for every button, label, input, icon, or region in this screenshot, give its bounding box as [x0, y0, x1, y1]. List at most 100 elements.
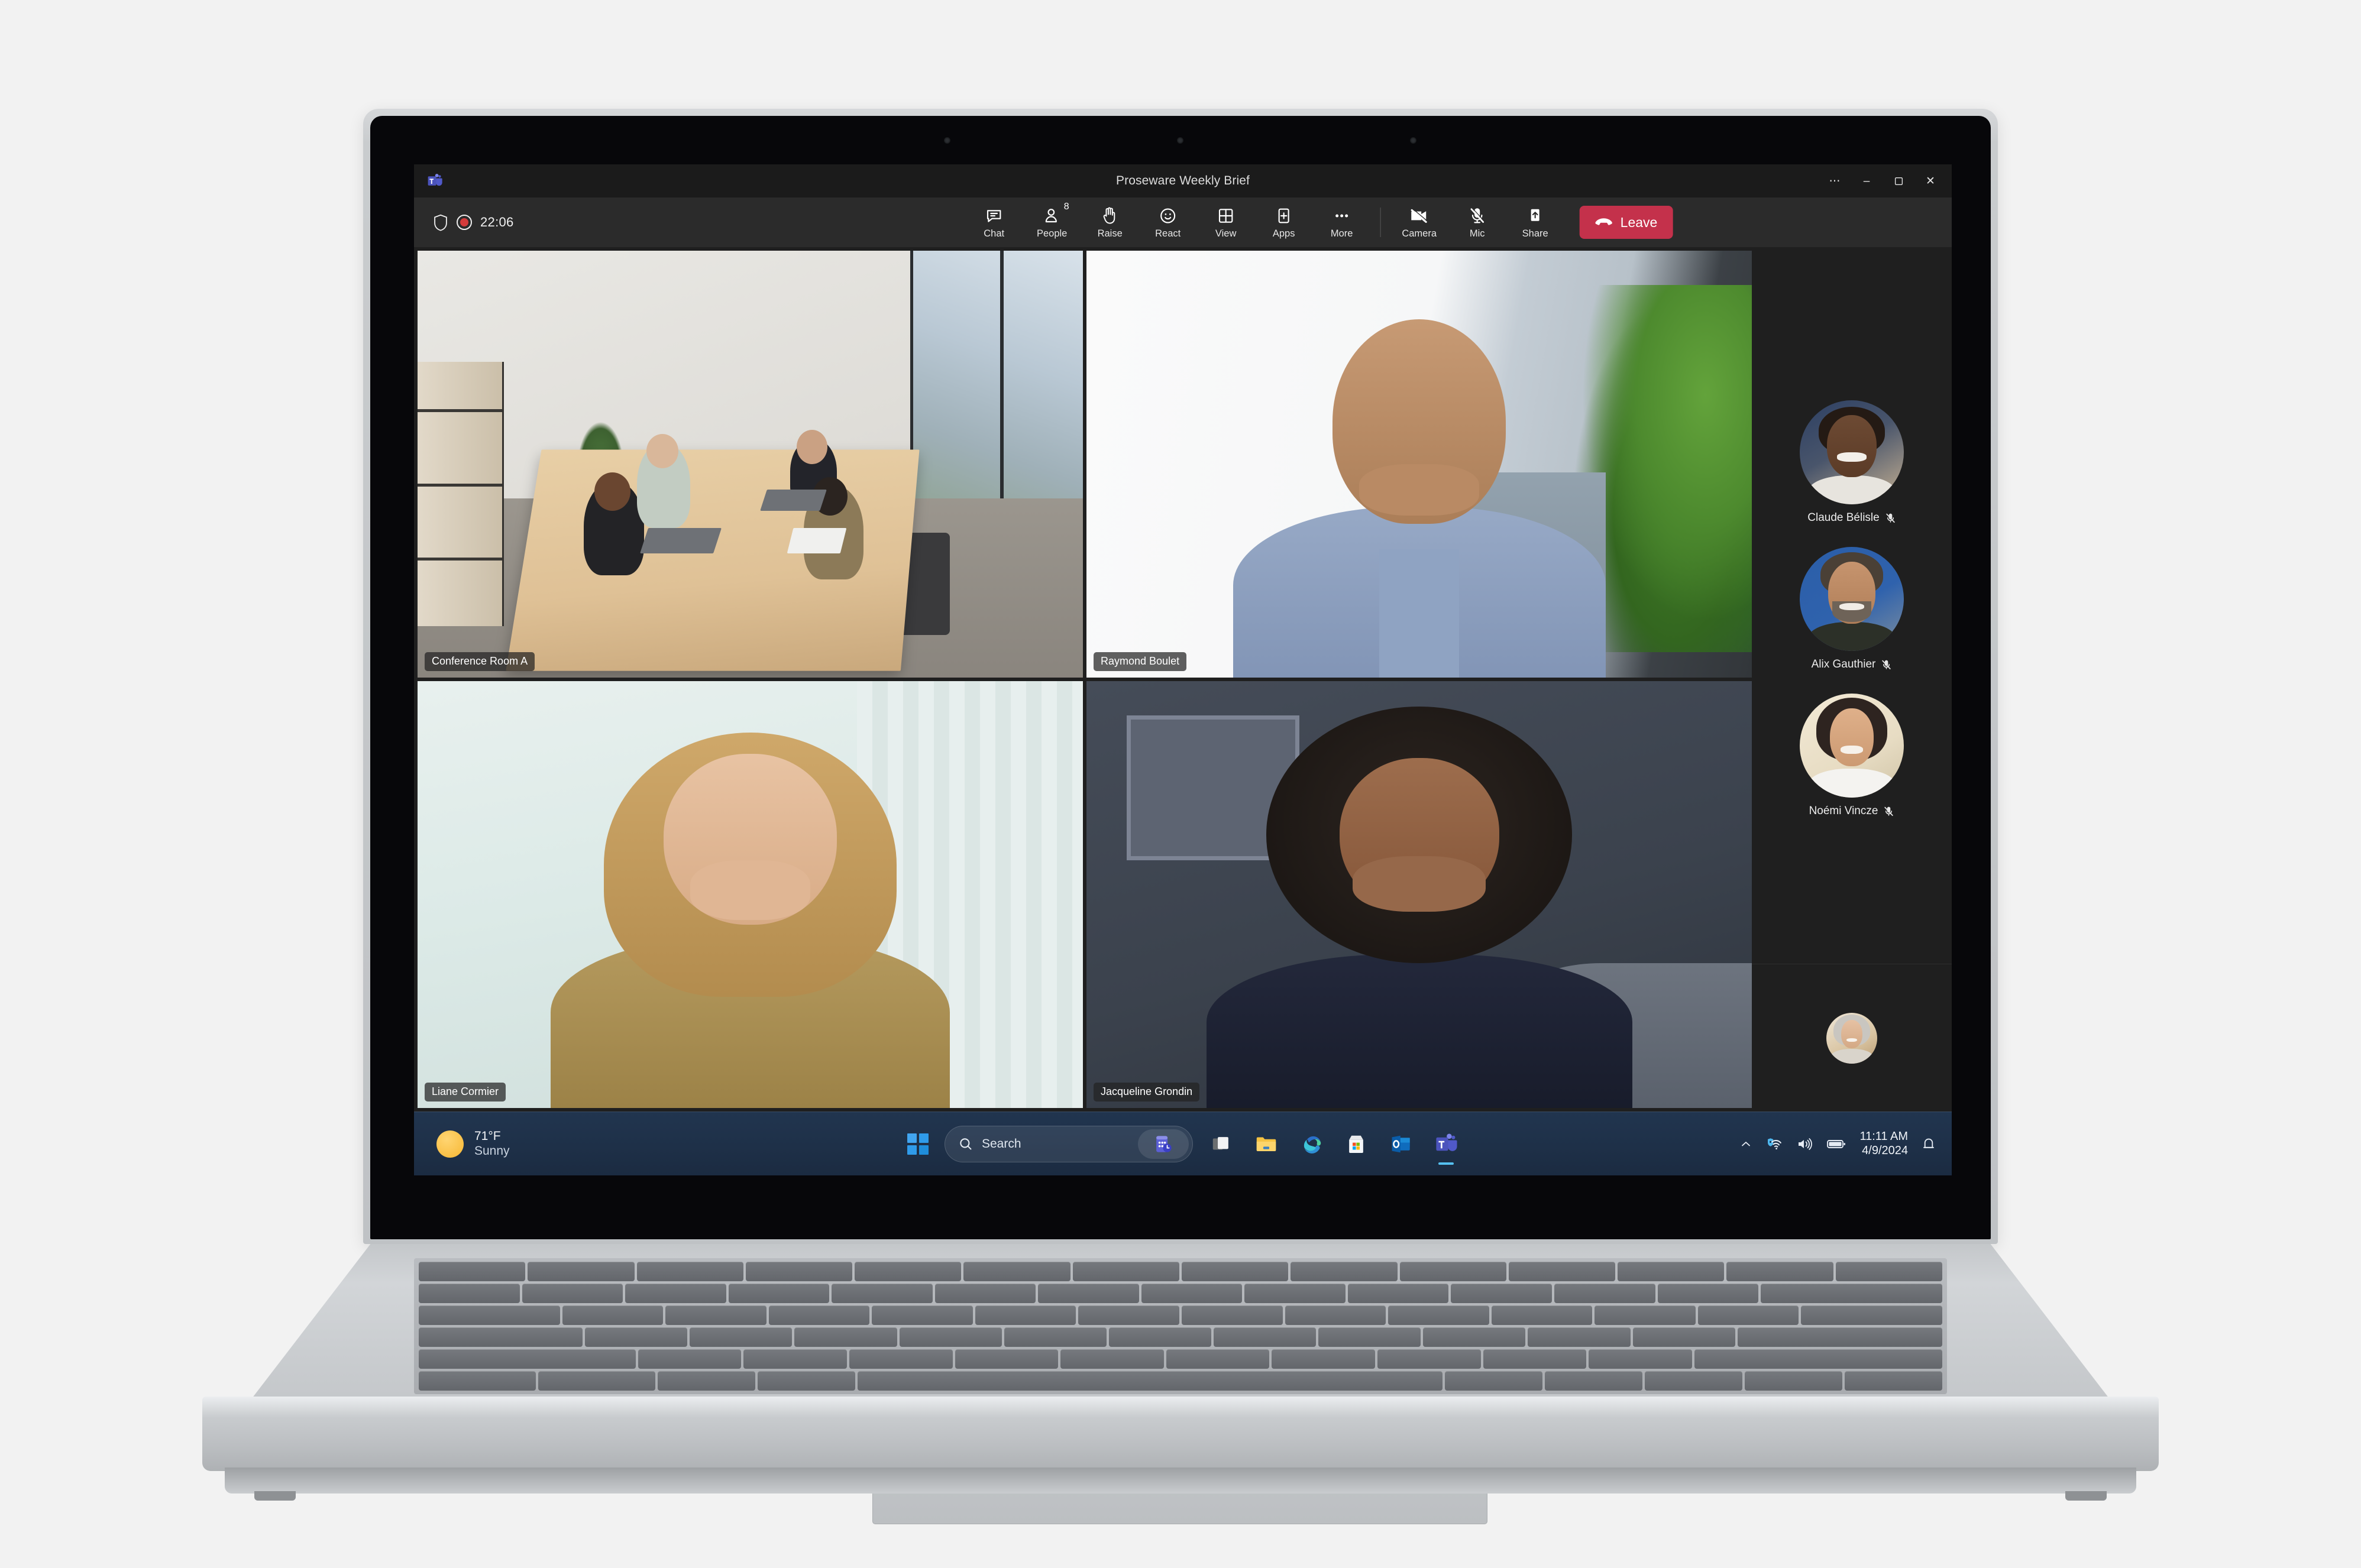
microsoft-edge-button[interactable] — [1295, 1128, 1328, 1161]
share-label: Share — [1522, 228, 1548, 239]
view-button[interactable]: View — [1197, 200, 1255, 244]
search-input[interactable]: Search — [945, 1125, 1193, 1162]
tile-name-label: Conference Room A — [425, 652, 535, 671]
mic-label: Mic — [1469, 228, 1485, 239]
avatar — [1800, 400, 1904, 504]
mic-button[interactable]: Mic — [1448, 200, 1506, 244]
chat-button[interactable]: Chat — [965, 200, 1023, 244]
weather-condition: Sunny — [474, 1143, 510, 1158]
shield-icon — [433, 214, 448, 231]
video-grid: Conference Room A Raymond Boulet Liane C… — [414, 247, 1752, 1112]
react-button[interactable]: React — [1139, 200, 1197, 244]
laptop-base-underside — [225, 1467, 2136, 1494]
battery-icon[interactable] — [1826, 1138, 1846, 1151]
meeting-controls: Chat 8 People Raise React View Apps More… — [965, 200, 1673, 244]
mic-off-icon — [1469, 205, 1486, 225]
toolbar-divider — [1380, 208, 1381, 237]
view-grid-icon — [1217, 205, 1236, 225]
start-button[interactable] — [903, 1129, 933, 1159]
chat-icon — [985, 205, 1004, 225]
microsoft-teams-button[interactable] — [1429, 1128, 1463, 1161]
window-restore-button[interactable] — [1883, 169, 1914, 193]
apps-label: Apps — [1272, 228, 1295, 239]
camera-label: Camera — [1402, 228, 1437, 239]
roster-item-noemi-vincze[interactable]: Noémi Vincze — [1800, 694, 1904, 818]
teams-icon — [1435, 1133, 1457, 1155]
share-button[interactable]: Share — [1506, 200, 1564, 244]
wifi-secure-icon[interactable] — [1766, 1137, 1784, 1151]
window-title: Proseware Weekly Brief — [1116, 174, 1250, 187]
taskbar-center-group: Search — [903, 1125, 1463, 1162]
roster-participant-name: Claude Bélisle — [1807, 511, 1880, 524]
window-more-button[interactable]: ⋯ — [1819, 169, 1850, 193]
camera-button[interactable]: Camera — [1390, 200, 1448, 244]
bell-icon[interactable] — [1921, 1136, 1936, 1152]
desktop-screen: Proseware Weekly Brief ⋯ – ✕ 22:06 Chat … — [414, 164, 1952, 1175]
mic-off-icon — [1883, 806, 1894, 817]
outlook-button[interactable] — [1385, 1128, 1418, 1161]
roster-name-row: Claude Bélisle — [1807, 511, 1896, 524]
tile-name-label: Jacqueline Grondin — [1094, 1083, 1200, 1102]
tile-name-label: Liane Cormier — [425, 1083, 506, 1102]
video-tile-raymond-boulet[interactable]: Raymond Boulet — [1086, 251, 1752, 678]
view-label: View — [1215, 228, 1237, 239]
chat-label: Chat — [984, 228, 1005, 239]
self-avatar — [1826, 1012, 1877, 1064]
more-ellipsis-icon — [1332, 205, 1351, 225]
window-titlebar: Proseware Weekly Brief ⋯ – ✕ — [414, 164, 1952, 197]
search-highlights-icon[interactable] — [1138, 1129, 1189, 1159]
laptop-foot — [2065, 1491, 2107, 1501]
video-tile-conference-room[interactable]: Conference Room A — [418, 251, 1083, 678]
volume-icon[interactable] — [1797, 1137, 1813, 1151]
video-tile-jacqueline-grondin[interactable]: Jacqueline Grondin — [1086, 681, 1752, 1108]
sun-icon — [436, 1130, 464, 1158]
window-controls: ⋯ – ✕ — [1819, 169, 1946, 193]
taskbar-clock[interactable]: 11:11 AM 4/9/2024 — [1859, 1130, 1908, 1158]
avatar — [1800, 547, 1904, 651]
file-explorer-button[interactable] — [1250, 1128, 1283, 1161]
clock-time: 11:11 AM — [1859, 1129, 1908, 1143]
windows-logo-icon — [907, 1133, 929, 1155]
task-view-button[interactable] — [1205, 1128, 1238, 1161]
windows-taskbar: 71°F Sunny Search 11:11 AM 4/9/2024 — [414, 1112, 1952, 1175]
camera-off-icon — [1409, 205, 1429, 225]
avatar — [1800, 694, 1904, 798]
weather-temperature: 71°F — [474, 1129, 501, 1143]
roster-item-claude-belisle[interactable]: Claude Bélisle — [1800, 400, 1904, 524]
window-minimize-button[interactable]: – — [1851, 169, 1882, 193]
outlook-icon — [1390, 1133, 1412, 1155]
video-feed — [418, 251, 1083, 678]
self-view-panel[interactable] — [1752, 964, 1952, 1112]
roster-participant-name: Alix Gauthier — [1811, 658, 1876, 670]
people-count-badge: 8 — [1063, 202, 1069, 212]
laptop-base-front — [202, 1397, 2159, 1471]
chevron-up-icon[interactable] — [1739, 1137, 1753, 1151]
more-button[interactable]: More — [1313, 200, 1371, 244]
recording-icon — [457, 215, 472, 230]
leave-label: Leave — [1620, 214, 1658, 230]
store-icon — [1345, 1133, 1367, 1155]
raise-hand-button[interactable]: Raise — [1081, 200, 1139, 244]
react-icon — [1159, 205, 1178, 225]
apps-plus-icon — [1275, 205, 1293, 225]
apps-button[interactable]: Apps — [1255, 200, 1313, 244]
window-close-button[interactable]: ✕ — [1915, 169, 1946, 193]
folder-icon — [1254, 1132, 1278, 1156]
laptop-foot — [254, 1491, 296, 1501]
microsoft-store-button[interactable] — [1340, 1128, 1373, 1161]
roster-name-row: Noémi Vincze — [1809, 805, 1895, 818]
people-button[interactable]: 8 People — [1023, 200, 1081, 244]
webcam-sensor-icon — [944, 137, 950, 144]
roster-participant-name: Noémi Vincze — [1809, 805, 1878, 817]
raise-hand-icon — [1101, 205, 1119, 225]
share-up-icon — [1526, 205, 1544, 225]
laptop-keyboard — [414, 1258, 1947, 1394]
clock-date: 4/9/2024 — [1862, 1143, 1908, 1157]
video-tile-liane-cormier[interactable]: Liane Cormier — [418, 681, 1083, 1108]
taskbar-weather-widget[interactable]: 71°F Sunny — [436, 1129, 510, 1159]
tile-name-label: Raymond Boulet — [1094, 652, 1187, 671]
react-label: React — [1155, 228, 1181, 239]
leave-button[interactable]: Leave — [1579, 206, 1673, 239]
roster-item-alix-gauthier[interactable]: Alix Gauthier — [1800, 547, 1904, 671]
laptop-scene: Proseware Weekly Brief ⋯ – ✕ 22:06 Chat … — [0, 0, 2361, 1568]
